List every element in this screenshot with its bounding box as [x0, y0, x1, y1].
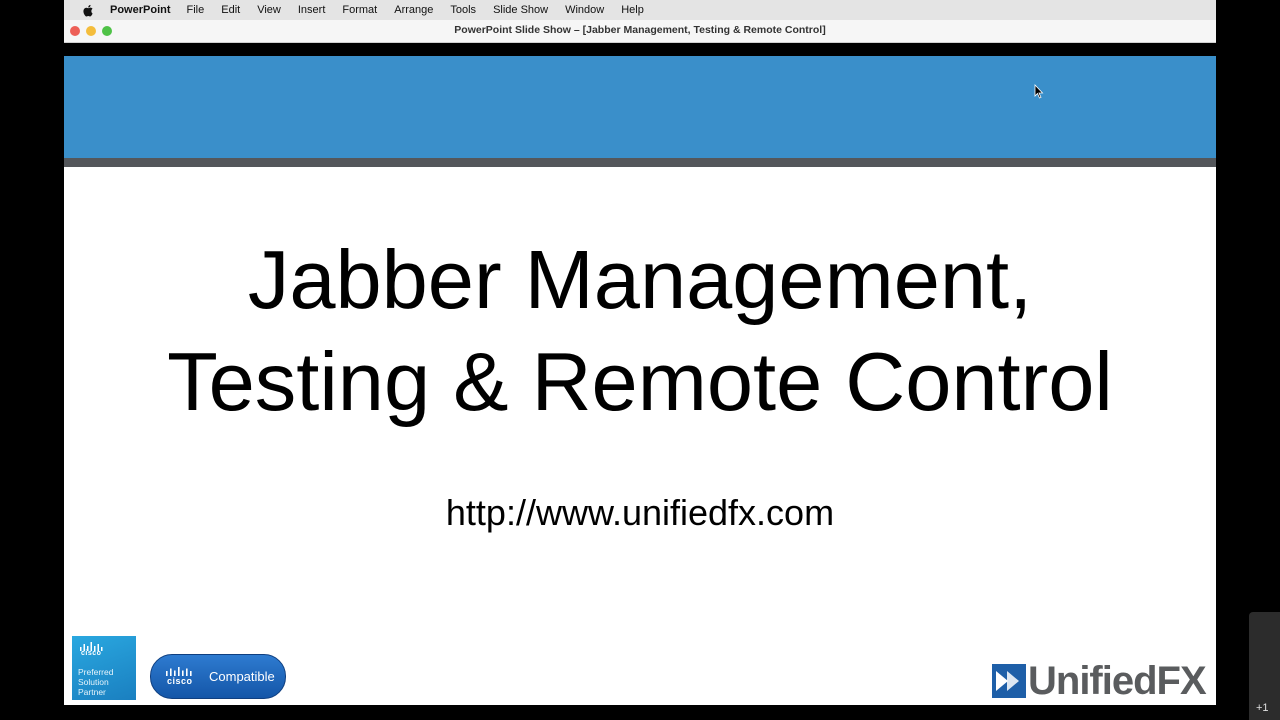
slide-title-line-2: Testing & Remote Control: [167, 335, 1113, 428]
menu-window[interactable]: Window: [565, 4, 604, 16]
window-titlebar: PowerPoint Slide Show – [Jabber Manageme…: [64, 20, 1216, 43]
menu-arrange[interactable]: Arrange: [394, 4, 433, 16]
header-divider: [64, 158, 1216, 167]
cursor-icon: [1034, 84, 1044, 99]
cisco-compatible-badge: cisco Compatible: [150, 654, 286, 699]
menu-tools[interactable]: Tools: [450, 4, 476, 16]
slide-canvas[interactable]: Jabber Management, Testing & Remote Cont…: [64, 56, 1216, 705]
cisco-wordmark: cisco: [81, 650, 102, 657]
unifiedfx-mark-icon: [992, 664, 1026, 698]
menu-view[interactable]: View: [257, 4, 281, 16]
partner-line-2: Solution: [78, 677, 109, 687]
slide-url: http://www.unifiedfx.com: [445, 492, 835, 533]
menu-app-powerpoint[interactable]: PowerPoint: [110, 4, 171, 16]
partner-line-1: Preferred: [78, 667, 114, 677]
cisco-bars-icon: [166, 667, 192, 676]
menu-insert[interactable]: Insert: [298, 4, 326, 16]
unifiedfx-wordmark: UnifiedFX: [1028, 659, 1207, 703]
menu-bar: PowerPoint File Edit View Insert Format …: [64, 0, 1216, 20]
menu-slide-show[interactable]: Slide Show: [493, 4, 548, 16]
unifiedfx-logo: UnifiedFX: [992, 659, 1207, 703]
apple-icon[interactable]: [82, 4, 94, 17]
partner-text: Preferred Solution Partner: [78, 667, 113, 697]
menu-help[interactable]: Help: [621, 4, 644, 16]
compatible-label: Compatible: [209, 669, 275, 684]
partner-line-3: Partner: [78, 687, 106, 697]
slide-title-line-1: Jabber Management,: [247, 233, 1033, 326]
cisco-wordmark: cisco: [167, 676, 193, 686]
window-title: PowerPoint Slide Show – [Jabber Manageme…: [454, 24, 826, 36]
menu-edit[interactable]: Edit: [221, 4, 240, 16]
header-band: [64, 56, 1216, 158]
menu-file[interactable]: File: [187, 4, 205, 16]
side-widget-label: +1: [1256, 702, 1269, 714]
menu-format[interactable]: Format: [342, 4, 377, 16]
cisco-preferred-partner-badge: cisco Preferred Solution Partner: [72, 636, 136, 700]
side-widget[interactable]: +1: [1249, 612, 1280, 720]
